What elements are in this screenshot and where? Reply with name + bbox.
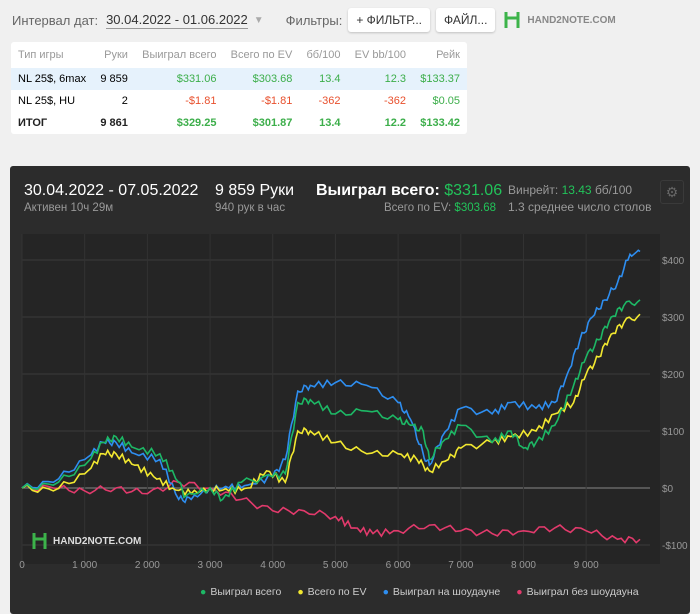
- y-tick-label: $200: [662, 370, 685, 381]
- winrate: Винрейт: 13.43 бб/100: [508, 183, 632, 197]
- cell: 2: [121, 95, 128, 107]
- col-header[interactable]: Выиграл всего: [135, 42, 224, 68]
- ev-value: $303.68: [454, 202, 496, 214]
- x-tick-label: 7 000: [448, 560, 473, 571]
- avg-tables: 1.3 среднее число столов: [508, 200, 652, 214]
- period: 30.04.2022 - 07.05.2022: [24, 182, 199, 199]
- col-header[interactable]: Тип игры: [11, 42, 93, 68]
- col-header[interactable]: бб/100: [299, 42, 347, 68]
- x-tick-label: 9 000: [574, 560, 599, 571]
- filters-label: Фильтры:: [285, 12, 343, 28]
- col-header[interactable]: EV bb/100: [348, 42, 414, 68]
- winrate-label: Винрейт:: [508, 183, 559, 197]
- cell: -$1.81: [185, 95, 217, 107]
- won-value: $331.06: [444, 182, 503, 199]
- x-tick-label: 3 000: [198, 560, 223, 571]
- cell: $0.05: [432, 95, 460, 107]
- cell: 13.4: [319, 73, 341, 85]
- cell: $133.37: [420, 73, 460, 85]
- y-tick-label: $100: [662, 427, 685, 438]
- cell: 9 861: [100, 117, 128, 129]
- winrate-unit: бб/100: [594, 183, 633, 197]
- y-tick-label: $300: [662, 313, 685, 324]
- cell: NL 25$, 6max: [18, 73, 87, 85]
- hands-per-hour: 940 рук в час: [215, 202, 286, 214]
- legend-item[interactable]: Выиграл всего: [200, 586, 281, 598]
- hand2note-logo: HAND2NOTE.COM: [503, 10, 616, 30]
- logo-icon: [504, 12, 520, 28]
- cell: 9 859: [100, 73, 128, 85]
- x-tick-label: 2 000: [135, 560, 160, 571]
- legend-item[interactable]: Выиграл на шоудауне: [383, 586, 500, 598]
- cell: -362: [384, 95, 407, 107]
- table-row[interactable]: NL 25$, HU 2 -$1.81 -$1.81 -362 -362 $0.05: [11, 90, 467, 112]
- date-range-picker[interactable]: 30.04.2022 - 01.06.2022: [106, 12, 248, 29]
- cell: $133.42: [420, 117, 460, 129]
- legend-item[interactable]: Всего по EV: [297, 586, 367, 598]
- cell: 13.4: [319, 117, 341, 129]
- cell: $331.06: [176, 73, 217, 85]
- ev-label: Всего по EV:: [383, 202, 452, 214]
- interval-label: Интервал дат:: [12, 12, 99, 28]
- chevron-down-icon[interactable]: ▼: [254, 15, 264, 26]
- x-tick-label: 6 000: [386, 560, 411, 571]
- stats-table: Тип игры Руки Выиграл всего Всего по EV бб/1…: [11, 42, 467, 134]
- x-tick-label: 1 000: [72, 560, 97, 571]
- ev-total: Всего по EV: $303.68: [384, 202, 496, 214]
- y-tick-label: -$100: [662, 541, 688, 552]
- cell: 12.2: [384, 117, 407, 129]
- graph-card: -$100 $0 $100 $200 $300 $400 0 1 000 2 000 3 000 4…: [10, 166, 690, 614]
- hands-count: 9 859 Руки: [215, 182, 295, 199]
- cell: 12.3: [384, 73, 407, 85]
- cell: $303.68: [252, 73, 293, 85]
- winrate-value: 13.43: [561, 183, 592, 197]
- file-button[interactable]: ФАЙЛ...: [436, 8, 496, 32]
- won-label: Выиграл всего:: [316, 182, 440, 199]
- gear-icon[interactable]: ⚙: [660, 180, 684, 204]
- col-header[interactable]: Руки: [93, 42, 135, 68]
- y-tick-label: $0: [662, 484, 674, 495]
- cell: $301.87: [252, 117, 293, 129]
- y-tick-label: $400: [662, 256, 685, 267]
- col-header[interactable]: Всего по EV: [223, 42, 299, 68]
- toolbar: Интервал дат: 30.04.2022 - 01.06.2022 ▼ …: [12, 8, 616, 32]
- cell: -$1.81: [261, 95, 293, 107]
- won-total: Выиграл всего: $331.06: [316, 182, 502, 200]
- cell: $329.25: [176, 117, 217, 129]
- chart-legend: Выиграл всего Всего по EV Выиграл на шоуда…: [200, 586, 639, 598]
- col-header[interactable]: Рейк: [413, 42, 467, 68]
- x-tick-label: 5 000: [323, 560, 348, 571]
- cell: -362: [318, 95, 341, 107]
- active-time: Активен 10ч 29м: [24, 202, 114, 214]
- table-row[interactable]: NL 25$, 6max 9 859 $331.06 $303.68 13.4 12.3 $…: [11, 68, 467, 90]
- x-tick-label: 0: [19, 560, 25, 571]
- x-tick-label: 8 000: [511, 560, 536, 571]
- logo-icon: [32, 533, 47, 549]
- table-total-row: ИТОГ 9 861 $329.25 $301.87 13.4 12.2 $133.42: [11, 112, 467, 134]
- watermark-logo: HAND2NOTE.COM: [32, 532, 141, 550]
- cell: ИТОГ: [18, 117, 48, 129]
- cell: NL 25$, HU: [18, 95, 76, 107]
- x-tick-label: 4 000: [260, 560, 285, 571]
- add-filter-button[interactable]: + ФИЛЬТР...: [348, 8, 431, 32]
- legend-item[interactable]: Выиграл без шоудауна: [516, 586, 639, 598]
- plot-area: [22, 234, 660, 564]
